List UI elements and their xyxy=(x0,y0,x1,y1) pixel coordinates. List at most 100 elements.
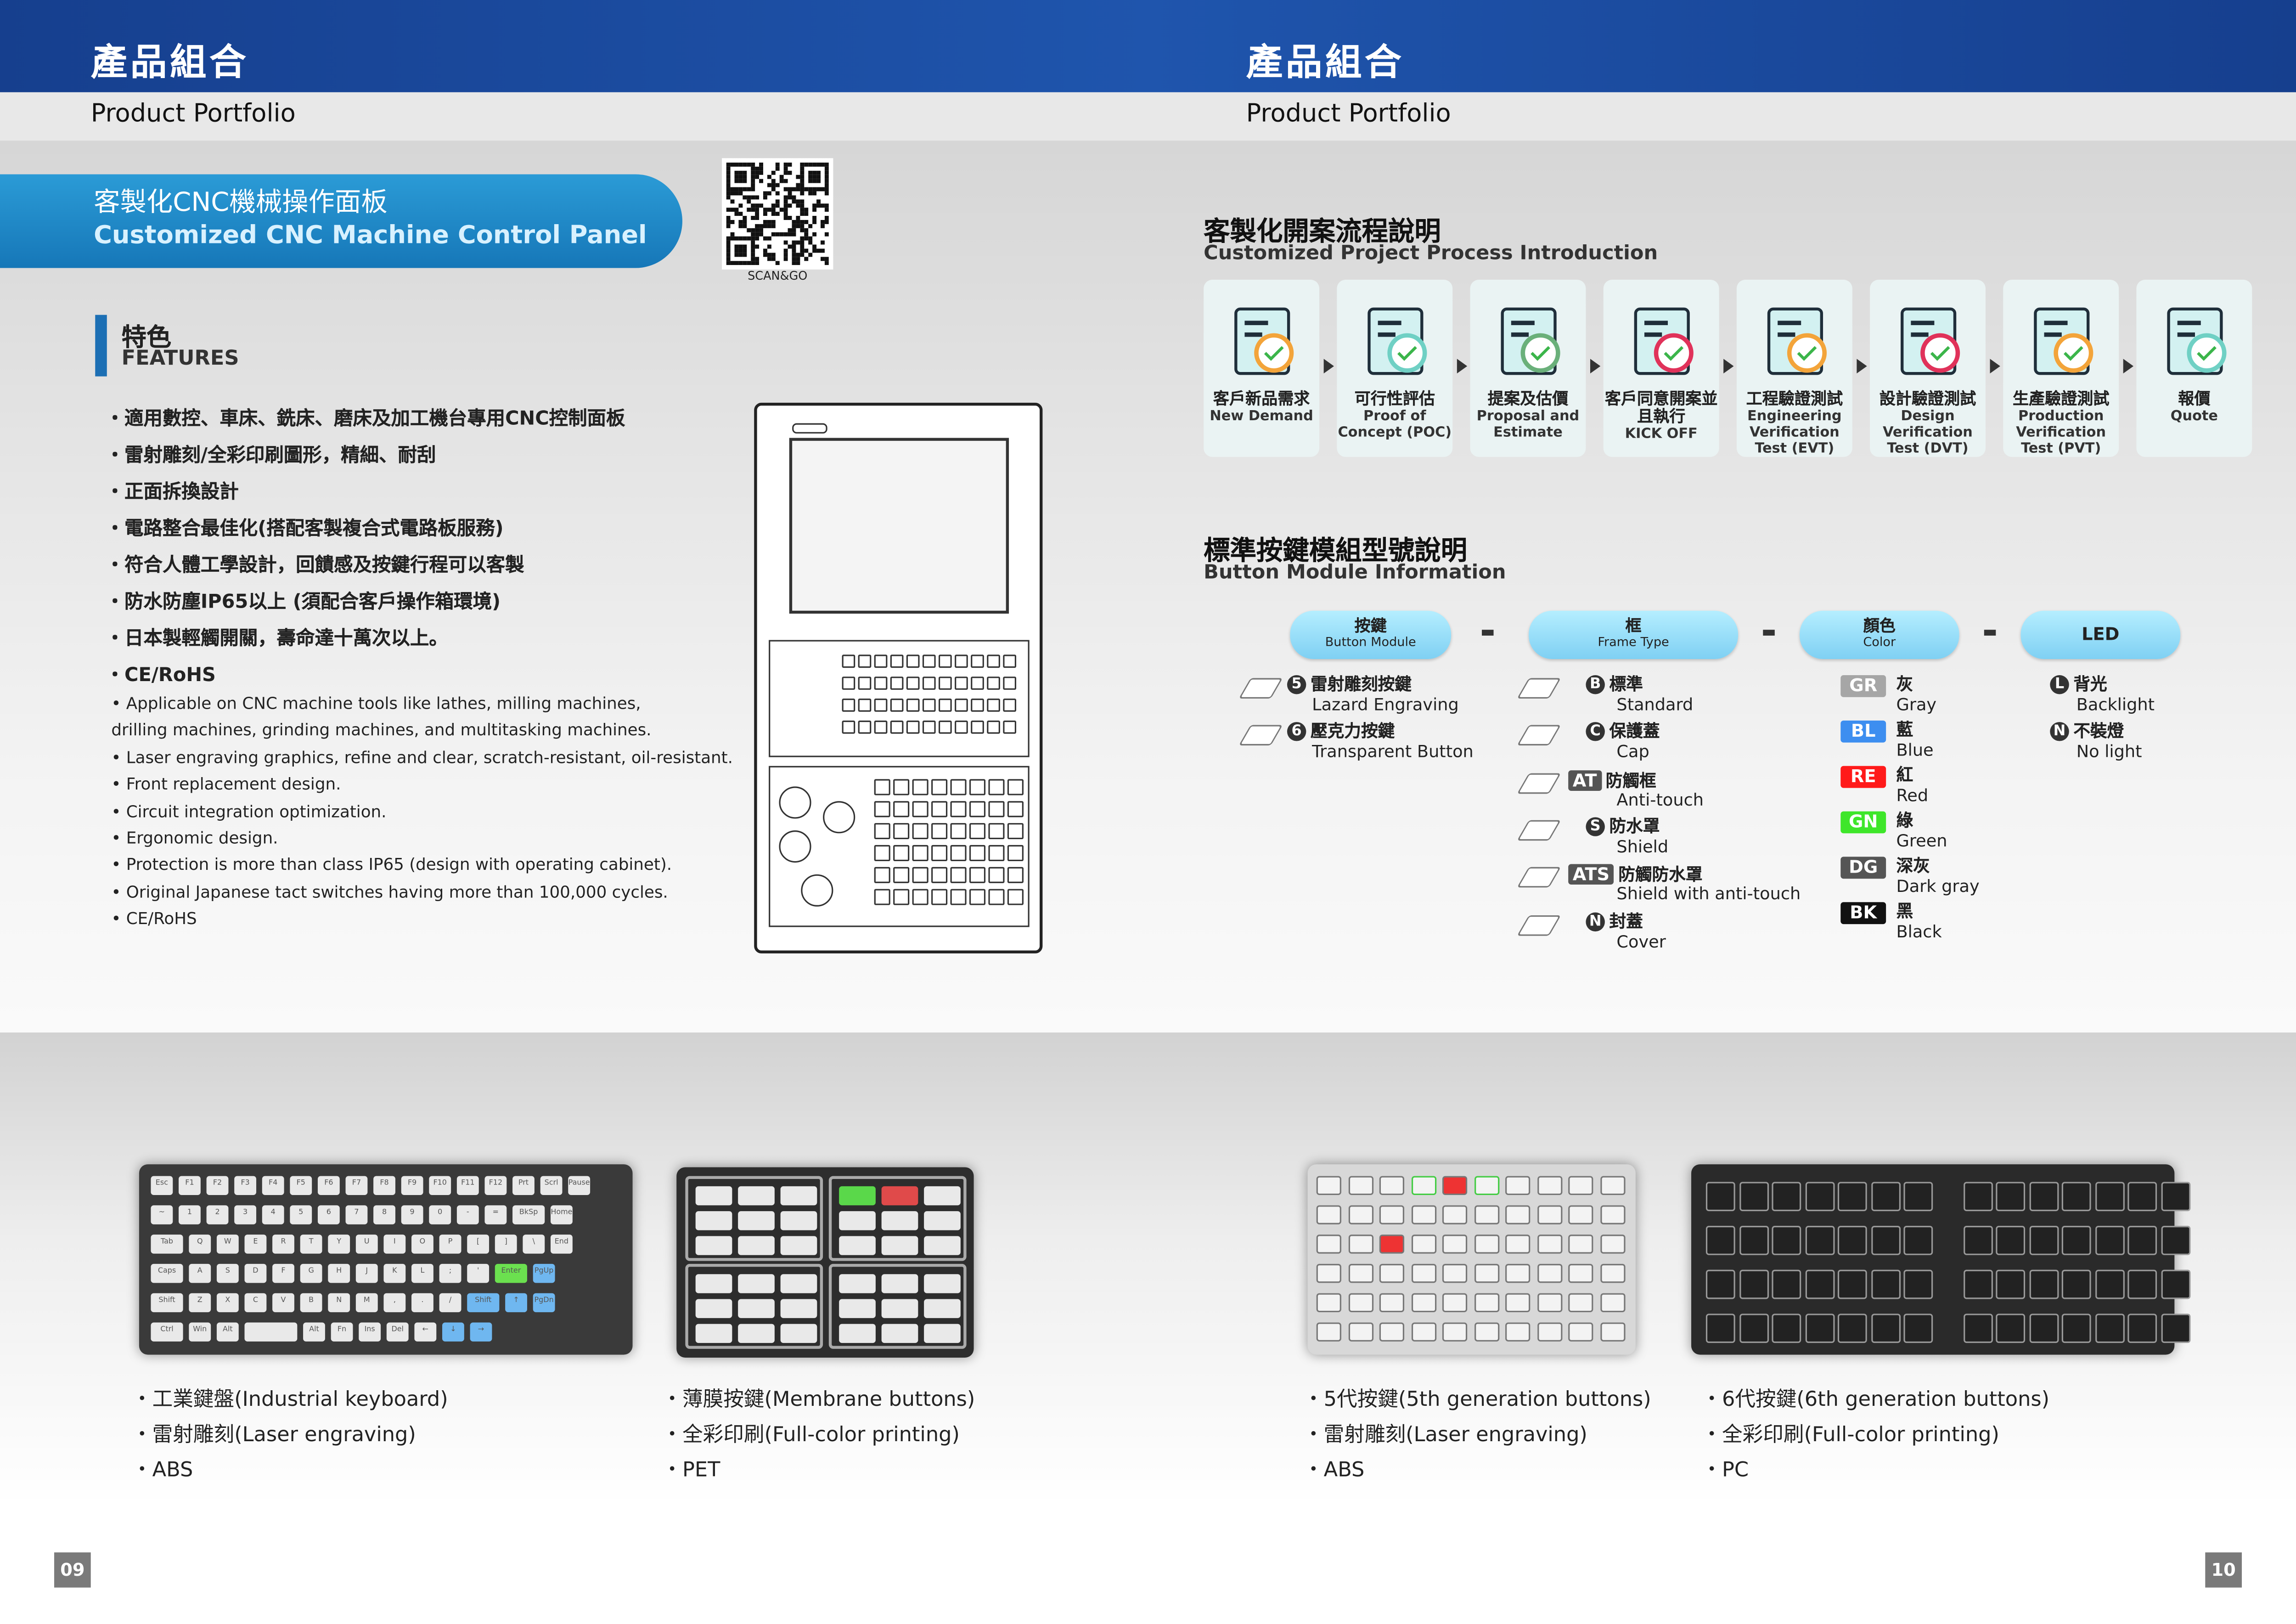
color-swatch: GR xyxy=(1840,675,1886,697)
keyboard-key: Z xyxy=(189,1293,211,1313)
header-color: 顏色 Color xyxy=(1800,610,1959,659)
feature-item-en: • Protection is more than class IP65 (de… xyxy=(111,856,672,875)
keyboard-key: Fn xyxy=(331,1322,353,1342)
cnc-key xyxy=(939,654,952,668)
cnc-key xyxy=(969,889,986,905)
checklist-icon xyxy=(1348,294,1441,385)
cnc-key xyxy=(955,654,968,668)
cnc-panel-drawing xyxy=(754,402,1043,953)
feature-item-cn: ・正面拆換設計 xyxy=(105,482,239,504)
membrane-key xyxy=(881,1236,918,1255)
keyboard-key: F8 xyxy=(373,1176,395,1195)
membrane-key xyxy=(924,1299,961,1318)
gen6-key xyxy=(2094,1269,2124,1299)
process-step-card: 設計驗證測試 Design Verification Test (DVT) xyxy=(1870,280,1986,457)
option-en: Dark gray xyxy=(1896,875,1980,897)
cnc-key xyxy=(987,677,1000,690)
cnc-key xyxy=(906,677,920,690)
gen5-key xyxy=(1411,1263,1436,1283)
keyboard-key: U xyxy=(355,1235,378,1254)
keyboard-key: [ xyxy=(467,1235,490,1254)
keyboard-key: F10 xyxy=(429,1176,451,1195)
membrane-key xyxy=(924,1186,961,1206)
gen6-key xyxy=(2061,1314,2091,1343)
gen6-key xyxy=(1837,1226,1867,1255)
arrow-right-icon xyxy=(1990,359,2000,374)
banner-title-cn: 客製化CNC機械操作面板 xyxy=(94,187,388,219)
gen5-key xyxy=(1316,1293,1341,1313)
cnc-key xyxy=(922,677,936,690)
gen5-key xyxy=(1379,1235,1405,1254)
keyboard-key: PgUp xyxy=(533,1263,555,1283)
gen6-key xyxy=(1805,1269,1834,1299)
gen5-key xyxy=(1505,1322,1531,1342)
keyboard-key: F11 xyxy=(456,1176,479,1195)
keyboard-key: M xyxy=(355,1293,378,1313)
cnc-key xyxy=(969,845,986,862)
cnc-key xyxy=(842,699,855,712)
gen5-key xyxy=(1505,1176,1531,1195)
product-caption: ・ABS xyxy=(1303,1459,1365,1483)
keyboard-key: 4 xyxy=(262,1205,284,1224)
process-step-card: 提案及估價 Proposal and Estimate xyxy=(1470,280,1586,457)
qr-code[interactable] xyxy=(722,158,833,270)
cnc-key xyxy=(912,779,929,795)
code-badge: AT xyxy=(1568,770,1602,790)
membrane-key xyxy=(881,1324,918,1343)
feature-item-en: • Original Japanese tact switches having… xyxy=(111,883,668,902)
engineer-inspect-icon xyxy=(1748,294,1841,385)
keyboard-key: B xyxy=(300,1293,322,1313)
cnc-key xyxy=(858,654,872,668)
membrane-key xyxy=(695,1324,732,1343)
option-cn: 封蓋 xyxy=(1609,910,1643,931)
keyboard-key: ~ xyxy=(151,1205,173,1224)
cnc-key xyxy=(950,823,967,840)
cnc-knob xyxy=(823,801,855,834)
brochure-spread: 產品組合 產品組合 Product Portfolio Product Port… xyxy=(0,0,2296,1624)
frame-type-option: ATS 防觸防水罩 xyxy=(1568,864,1703,885)
gen5-key xyxy=(1442,1176,1468,1195)
step-label-en: Quote xyxy=(2170,408,2218,425)
keyboard-key: S xyxy=(216,1263,239,1283)
keyboard-key: 7 xyxy=(345,1205,368,1224)
banner-title-en: Customized CNC Machine Control Panel xyxy=(94,221,647,251)
option-en: Black xyxy=(1896,921,1942,942)
membrane-key xyxy=(780,1299,817,1318)
keyboard-key: O xyxy=(411,1235,433,1254)
gen5-key xyxy=(1599,1322,1625,1342)
left-page-title: 產品組合 xyxy=(90,41,249,84)
gen6-key xyxy=(2161,1314,2190,1343)
option-en: Cover xyxy=(1616,930,1666,952)
cnc-key xyxy=(939,720,952,734)
gen5-key xyxy=(1316,1176,1341,1195)
cnc-key xyxy=(988,889,1005,905)
gen6-key xyxy=(1870,1182,1900,1212)
led-option: L 背光 xyxy=(2050,674,2107,694)
cnc-key xyxy=(955,699,968,712)
keyboard-key: Shift xyxy=(467,1293,500,1313)
section-banner: 客製化CNC機械操作面板 Customized CNC Machine Cont… xyxy=(0,174,682,268)
process-title-en: Customized Project Process Introduction xyxy=(1204,242,1658,265)
membrane-key xyxy=(881,1299,918,1318)
keyboard-key: F9 xyxy=(401,1176,423,1195)
subtitle-band xyxy=(0,92,2296,141)
gen6-key xyxy=(2094,1226,2124,1255)
membrane-key xyxy=(695,1186,732,1206)
gen5-key xyxy=(1348,1176,1373,1195)
option-cn: 防觸防水罩 xyxy=(1618,864,1703,885)
keyboard-key: F1 xyxy=(179,1176,201,1195)
feature-item-en: • Ergonomic design. xyxy=(111,829,278,848)
feature-item-cn: ・CE/RoHS xyxy=(105,665,216,687)
cnc-key xyxy=(912,889,929,905)
cnc-key xyxy=(1007,801,1024,818)
keyboard-key: 8 xyxy=(373,1205,395,1224)
code-badge: ATS xyxy=(1568,864,1614,885)
cnc-key xyxy=(931,845,948,862)
gen5-key xyxy=(1316,1322,1341,1342)
cnc-key xyxy=(931,779,948,795)
option-en: Lazard Engraving xyxy=(1312,694,1459,715)
gen5-key xyxy=(1442,1235,1468,1254)
cnc-key xyxy=(842,720,855,734)
gen6-key xyxy=(1772,1226,1801,1255)
step-label-cn: 客戶同意開案並且執行 xyxy=(1604,389,1718,426)
